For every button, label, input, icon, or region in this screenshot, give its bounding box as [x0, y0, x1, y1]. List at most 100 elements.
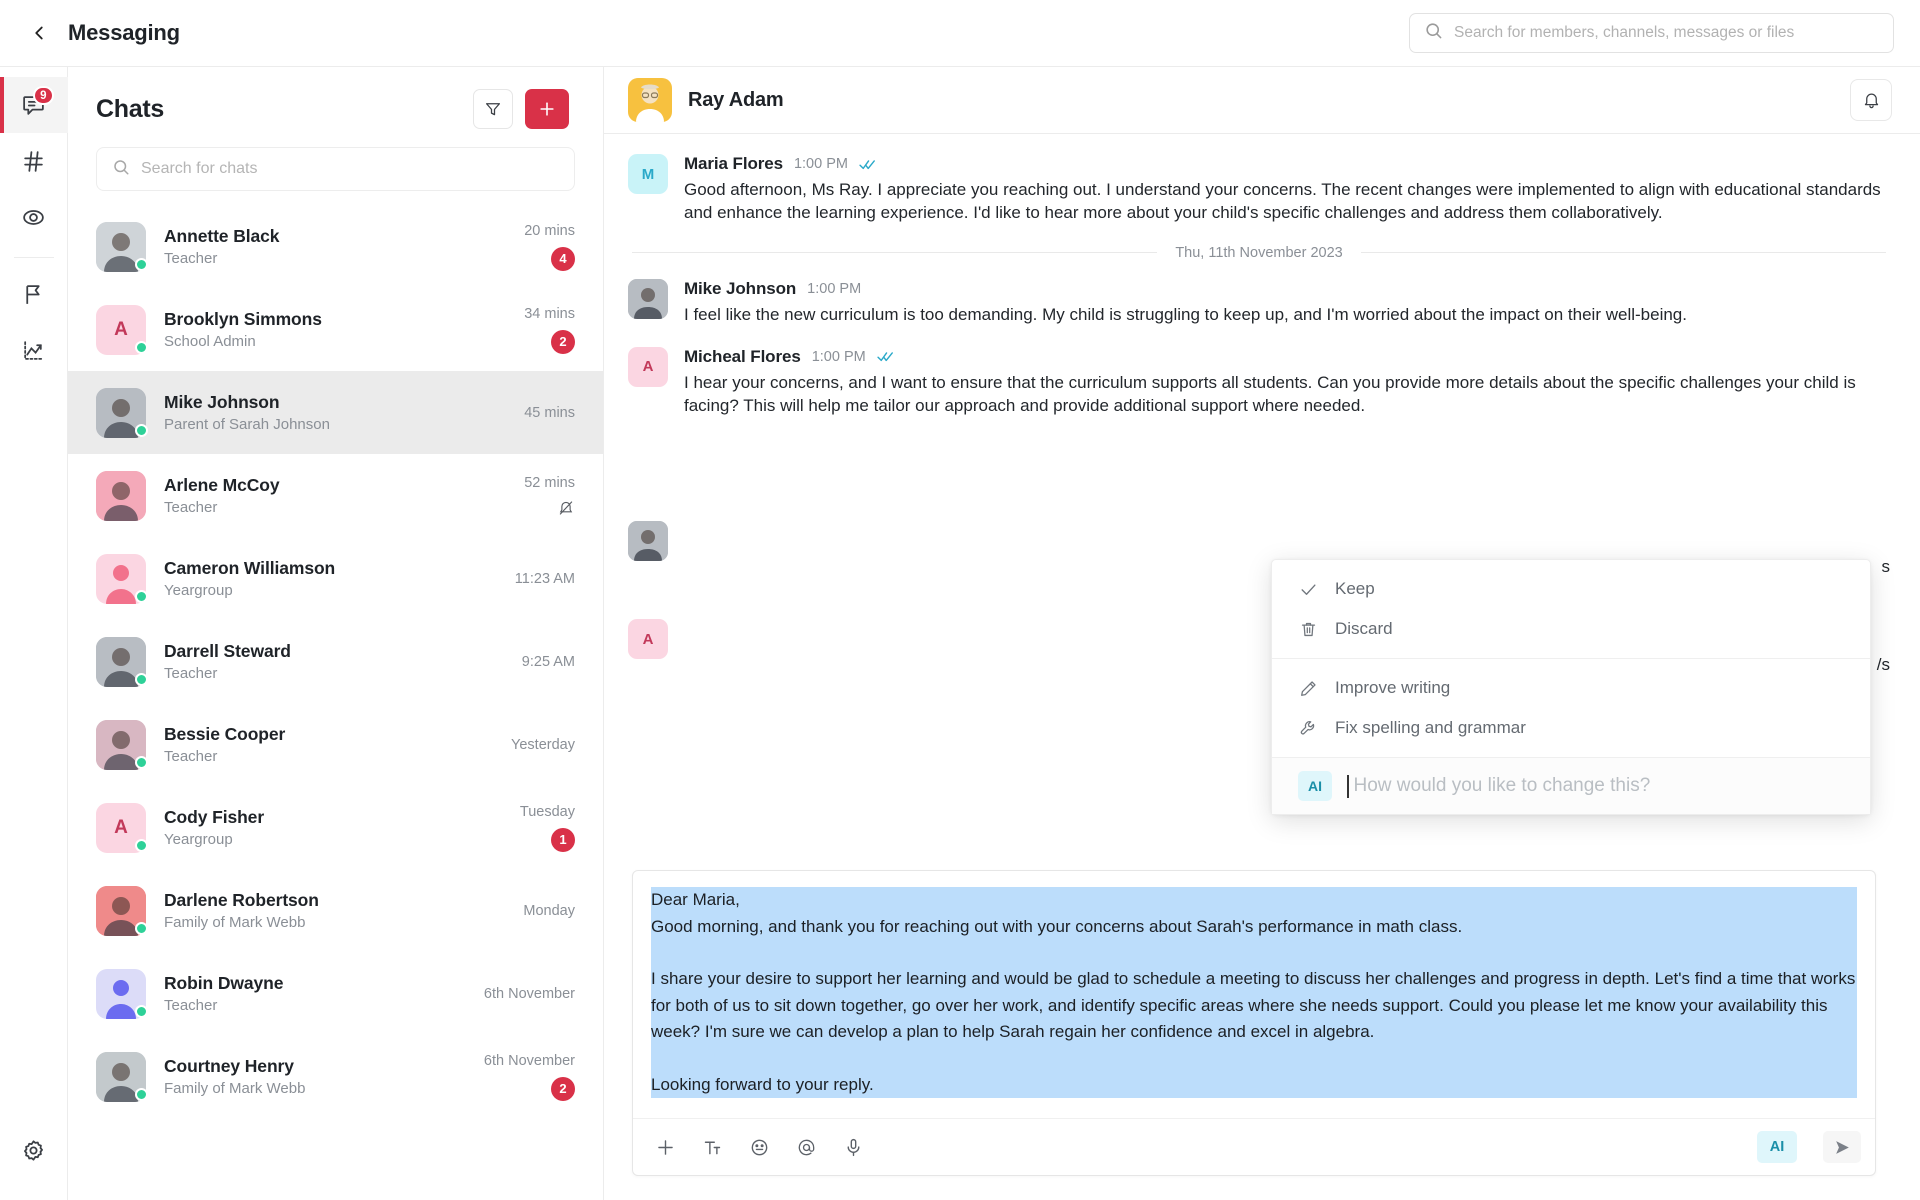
rail-item-flags[interactable] — [0, 266, 68, 322]
chat-item-name: Darrell Steward — [164, 641, 291, 661]
avatar: A — [628, 346, 668, 387]
rail-divider — [13, 257, 54, 258]
chat-item-name: Cameron Williamson — [164, 558, 336, 578]
avatar — [96, 553, 148, 604]
chat-list-scroll[interactable]: Annette Black Teacher 20 mins 4 A Brooklyn Si… — [68, 205, 603, 1200]
chat-item-time: 52 mins — [524, 474, 575, 491]
chat-list-item[interactable]: Darrell Steward Teacher 9:25 AM — [68, 620, 603, 703]
ai-suggestion-menu[interactable]: Keep Discard Improve writing Fix spellin… — [1271, 559, 1871, 815]
rail-item-messages[interactable]: 9 — [0, 77, 68, 133]
chat-item-meta: Darlene Robertson Family of Mark Webb — [164, 890, 461, 931]
avatar: A — [96, 304, 148, 355]
chat-list-panel: Chats Annette Black Teacher 20 mins 4 A Brook… — [68, 67, 604, 1200]
chat-item-role: Teacher — [164, 499, 218, 516]
chat-list-item[interactable]: Annette Black Teacher 20 mins 4 — [68, 205, 603, 288]
ai-menu-group-actions: Keep Discard — [1272, 560, 1870, 658]
notifications-button[interactable] — [1850, 79, 1892, 121]
chat-item-right: 45 mins — [479, 405, 575, 421]
rail-item-channels[interactable] — [0, 133, 68, 189]
chat-search[interactable] — [96, 147, 575, 191]
rail-item-watch[interactable] — [0, 189, 68, 245]
ai-menu-item-label: Improve writing — [1335, 678, 1451, 697]
rail-item-settings[interactable] — [0, 1122, 68, 1178]
avatar — [628, 521, 668, 561]
draft-message[interactable]: Dear Maria, Good morning, and thank you f… — [633, 871, 1875, 1118]
ai-assist-button[interactable]: AI — [1757, 1131, 1797, 1163]
presence-indicator — [135, 589, 148, 603]
message: Mike Johnson 1:00 PM I feel like the new c… — [628, 278, 1890, 327]
avatar — [96, 387, 148, 438]
chat-item-meta: Brooklyn Simmons School Admin — [164, 309, 461, 350]
chat-list-item[interactable]: Cameron Williamson Yeargroup 11:23 AM — [68, 537, 603, 620]
avatar — [628, 78, 672, 122]
avatar — [96, 636, 148, 687]
ai-prompt-input[interactable] — [1353, 775, 1844, 797]
message-time: 1:00 PM — [807, 280, 862, 297]
presence-indicator — [135, 423, 148, 437]
chat-item-right: 52 mins — [479, 475, 575, 517]
plus-icon[interactable] — [655, 1137, 676, 1158]
ai-menu-item-label: Discard — [1335, 619, 1393, 638]
chat-list-item[interactable]: Mike Johnson Parent of Sarah Johnson 45 mi… — [68, 371, 603, 454]
new-chat-button[interactable] — [525, 89, 569, 129]
mention-icon[interactable] — [796, 1137, 817, 1158]
chat-list-item[interactable]: Robin Dwayne Teacher 6th November — [68, 952, 603, 1035]
ai-menu-item-fix-spelling[interactable]: Fix spelling and grammar — [1272, 708, 1870, 748]
message-author: Maria Flores — [684, 154, 783, 173]
ai-badge: AI — [1298, 771, 1332, 801]
chat-list-item[interactable]: Courtney Henry Family of Mark Webb 6th Nov… — [68, 1035, 603, 1118]
presence-indicator — [135, 672, 148, 686]
draft-line: I share your desire to support her learn… — [651, 969, 1856, 1041]
chat-item-role: Parent of Sarah Johnson — [164, 416, 330, 433]
chat-item-right: 6th November — [479, 986, 575, 1002]
mute-icon[interactable] — [557, 499, 575, 517]
back-button[interactable] — [22, 16, 56, 50]
avatar — [628, 278, 668, 319]
draft-line — [651, 1045, 1857, 1071]
ai-menu-item-discard[interactable]: Discard — [1272, 609, 1870, 649]
read-receipt-icon — [859, 156, 876, 173]
chat-item-time: Monday — [523, 902, 575, 919]
global-search-input[interactable] — [1454, 24, 1879, 42]
message-composer: Dear Maria, Good morning, and thank you f… — [632, 870, 1876, 1176]
chat-list-item[interactable]: Darlene Robertson Family of Mark Webb Mond… — [68, 869, 603, 952]
chat-list-item[interactable]: Bessie Cooper Teacher Yesterday — [68, 703, 603, 786]
chat-item-role: Family of Mark Webb — [164, 1080, 306, 1097]
avatar-photo — [96, 470, 146, 521]
text-caret — [1347, 774, 1349, 798]
filter-button[interactable] — [473, 89, 513, 129]
ai-menu-item-improve-writing[interactable]: Improve writing — [1272, 668, 1870, 708]
chat-list-item[interactable]: A Cody Fisher Yeargroup Tuesday 1 — [68, 786, 603, 869]
microphone-icon[interactable] — [843, 1137, 864, 1158]
message-author: Micheal Flores — [684, 346, 801, 366]
message-body: Micheal Flores 1:00 PM I hear your concern… — [684, 347, 1890, 418]
chat-item-role: Teacher — [164, 997, 218, 1014]
chat-item-right: 20 mins 4 — [479, 223, 575, 271]
conversation-header: Ray Adam — [604, 67, 1920, 134]
avatar — [96, 470, 146, 521]
presence-indicator — [135, 257, 148, 271]
draft-line: Dear Maria, — [651, 890, 740, 910]
chat-list-item[interactable]: A Brooklyn Simmons School Admin 34 mins 2 — [68, 288, 603, 371]
chat-item-name: Annette Black — [164, 226, 280, 246]
chat-list-header: Chats — [68, 67, 603, 135]
chat-search-input[interactable] — [141, 160, 559, 178]
presence-indicator — [135, 340, 148, 354]
emoji-icon[interactable] — [749, 1137, 770, 1158]
draft-line: Looking forward to your reply. — [651, 1074, 874, 1094]
text-format-icon[interactable] — [702, 1137, 723, 1158]
chat-item-meta: Cameron Williamson Yeargroup — [164, 558, 461, 599]
send-button[interactable] — [1823, 1131, 1861, 1163]
ai-prompt-row[interactable]: AI — [1272, 757, 1870, 814]
chat-item-role: Family of Mark Webb — [164, 914, 306, 931]
search-icon — [1424, 21, 1443, 45]
avatar: M — [628, 154, 668, 194]
ai-menu-item-keep[interactable]: Keep — [1272, 569, 1870, 609]
chat-list-item[interactable]: Arlene McCoy Teacher 52 mins — [68, 454, 603, 537]
chat-item-time: Yesterday — [511, 736, 575, 753]
rail-item-analytics[interactable] — [0, 322, 68, 378]
chat-item-time: 20 mins — [524, 222, 575, 239]
page-title: Messaging — [68, 20, 180, 45]
global-search[interactable] — [1409, 13, 1894, 53]
message-header: Maria Flores 1:00 PM — [684, 154, 1890, 174]
